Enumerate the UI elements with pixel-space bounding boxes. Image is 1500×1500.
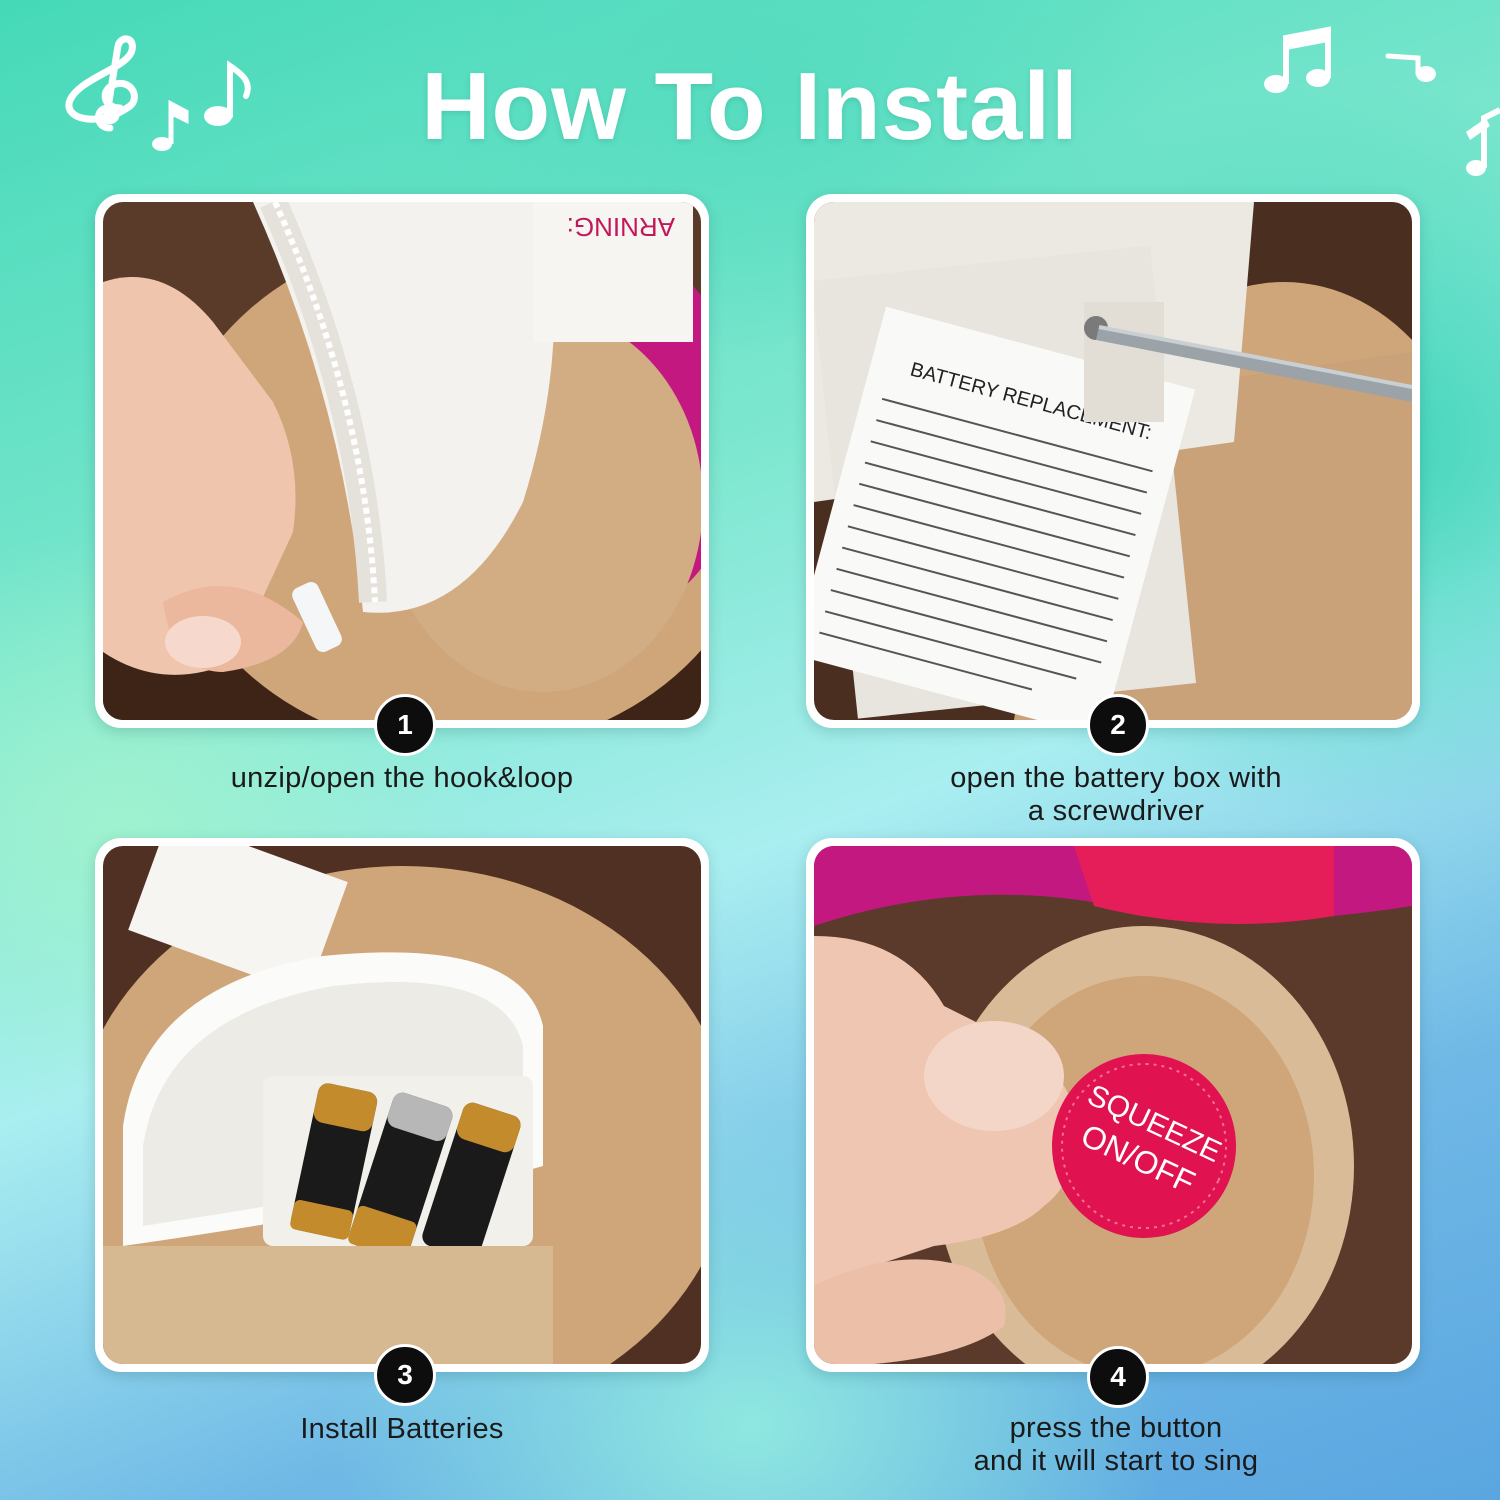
step-1-badge: 1 [374,694,436,756]
music-note-icon [1385,53,1436,82]
step-3-caption: Install Batteries [300,1413,504,1445]
step-2-badge: 2 [1087,694,1149,756]
eighth-notes-icon [1466,107,1500,176]
step-1-caption: unzip/open the hook&loop [230,762,574,794]
step-3-photo [103,846,701,1364]
step-4-caption-line2: and it will start to sing [973,1445,1259,1477]
step-2-card: BATTERY REPLACEMENT: [806,194,1420,728]
warning-tag-text: ARNING: [567,212,675,242]
step-1-photo: ARNING: [103,202,701,720]
step-4-photo: SQUEEZE ON/OFF [814,846,1412,1364]
step-2-caption-line2: a screwdriver [1027,795,1205,827]
step-3-card [95,838,709,1372]
step-2-photo: BATTERY REPLACEMENT: [814,202,1412,720]
step-3-badge: 3 [374,1344,436,1406]
step-4-caption-line1: press the button [1009,1412,1223,1444]
treble-clef-icon [65,35,138,132]
step-1-card: ARNING: [95,194,709,728]
step-2-caption-line1: open the battery box with [950,762,1282,794]
eighth-notes-icon [1264,26,1331,93]
step-4-card: SQUEEZE ON/OFF [806,838,1420,1372]
music-note-icon [152,99,189,151]
music-note-icon [204,60,251,126]
step-4-badge: 4 [1087,1346,1149,1408]
